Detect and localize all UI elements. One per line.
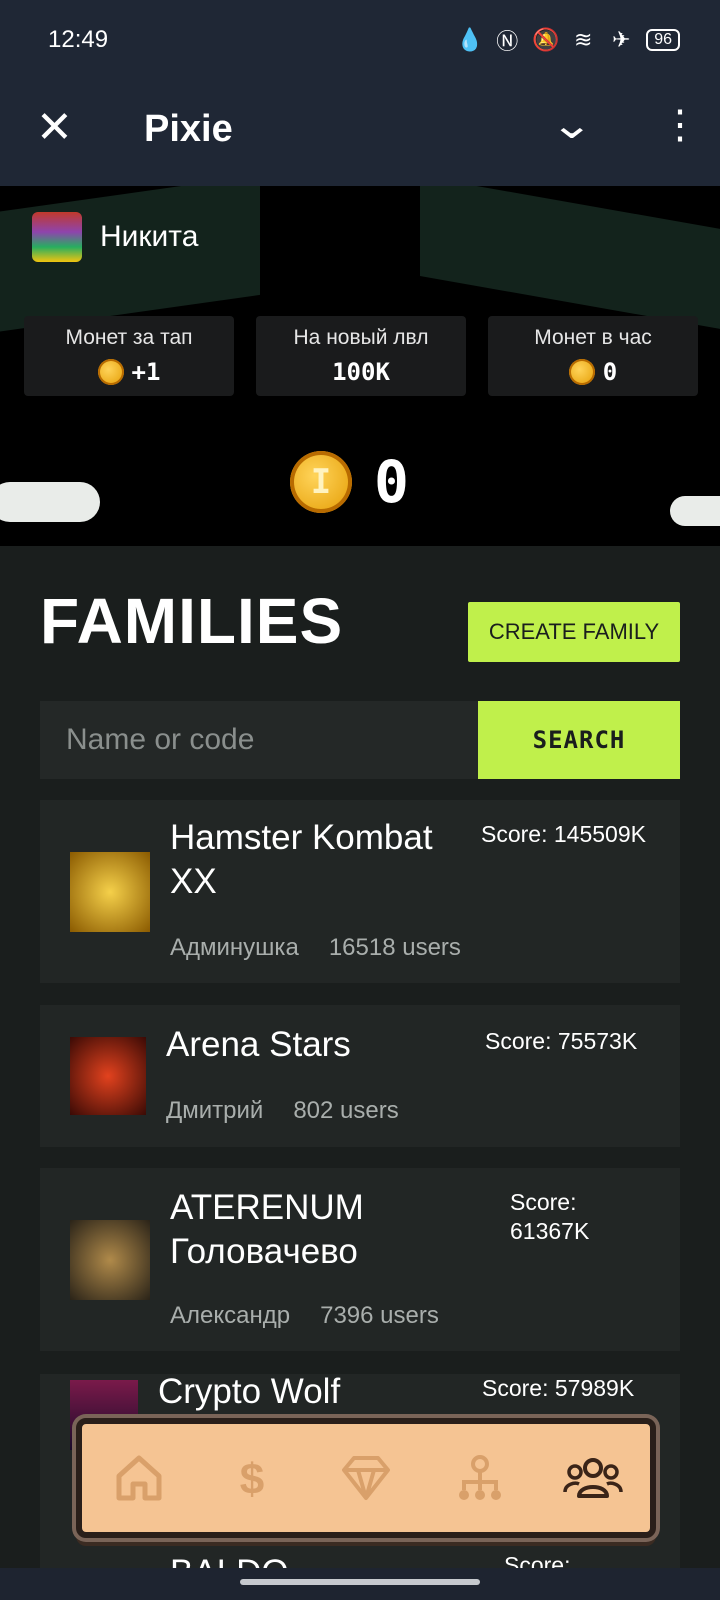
nav-home[interactable] <box>105 1444 173 1512</box>
family-name: Arena Stars <box>166 1025 351 1064</box>
wifi-icon: ≋ <box>573 27 593 52</box>
family-logo <box>70 1037 146 1115</box>
stat-value: +1 <box>131 358 161 386</box>
gesture-handle[interactable] <box>240 1579 480 1585</box>
balance-amount: 0 <box>374 448 409 516</box>
family-search: SEARCH <box>40 701 680 779</box>
family-owner: Александр <box>170 1302 291 1329</box>
avatar <box>32 212 82 262</box>
close-icon[interactable]: ✕ <box>36 106 73 150</box>
referral-tree-icon <box>458 1455 501 1500</box>
status-time: 12:49 <box>48 26 109 53</box>
user-info: Никита <box>32 212 198 262</box>
search-button[interactable]: SEARCH <box>478 701 680 779</box>
family-score: Score: 57989K <box>482 1375 635 1401</box>
coin-balance: I 0 <box>290 448 409 516</box>
status-bar: 12:49 💧 Ⓝ 🔕 ≋ ✈ 96 <box>0 0 720 80</box>
stat-label: Монет за тап <box>65 326 193 349</box>
nav-families[interactable] <box>559 1444 627 1512</box>
family-card[interactable]: Hamster Kombat XX Score: 145509K Админуш… <box>40 800 680 983</box>
family-meta: Админушка 16518 users <box>170 934 461 962</box>
stat-label: Монет в час <box>534 326 652 349</box>
mute-icon: 🔕 <box>532 27 560 52</box>
home-icon <box>116 1455 162 1501</box>
families-title: FAMILIES <box>40 585 344 657</box>
airplane-icon: ✈ <box>611 27 631 52</box>
stats-row: Монет за тап +1 На новый лвл 100K Монет … <box>24 316 698 396</box>
family-score: Score: 145509K <box>481 821 646 847</box>
family-owner: Дмитрий <box>166 1097 264 1124</box>
app-title: Pixie <box>144 108 233 150</box>
nav-earn[interactable]: $ <box>218 1444 286 1512</box>
family-users: 802 users <box>293 1097 399 1124</box>
stat-value: 0 <box>602 358 618 386</box>
family-score: Score: 61367K <box>510 1189 590 1244</box>
family-name: Crypto Wolf <box>158 1372 341 1411</box>
family-users: 16518 users <box>328 934 461 961</box>
stat-label: На новый лвл <box>293 326 429 349</box>
chevron-down-icon[interactable]: ⌄ <box>550 102 594 148</box>
family-logo <box>70 852 150 932</box>
app-bar: ✕ Pixie ⌄ ⋮ <box>0 80 720 186</box>
stat-next-level: На новый лвл 100K <box>256 316 466 396</box>
game-header: Никита Монет за тап +1 На новый лвл 100K… <box>0 186 720 546</box>
battery-icon: 96 <box>646 29 680 51</box>
diamond-icon <box>341 1456 390 1500</box>
family-card[interactable]: ATERENUM Головачево Score: 61367K Алекса… <box>40 1168 680 1351</box>
family-users: 7396 users <box>320 1302 439 1329</box>
family-name: Hamster Kombat XX <box>170 818 433 901</box>
family-meta: Дмитрий 802 users <box>166 1097 399 1125</box>
family-score: Score: 75573K <box>485 1028 638 1054</box>
drop-icon: 💧 <box>456 27 484 52</box>
nav-referrals[interactable] <box>446 1444 514 1512</box>
stat-value: 100K <box>332 358 390 386</box>
group-icon <box>563 1458 623 1498</box>
svg-text:$: $ <box>240 1455 264 1504</box>
bottom-nav: $ <box>76 1418 656 1538</box>
stat-value-row: 0 <box>488 358 698 386</box>
family-logo <box>70 1220 150 1300</box>
more-vert-icon[interactable]: ⋮ <box>660 102 700 148</box>
search-input[interactable] <box>40 701 478 779</box>
stat-coins-per-tap: Монет за тап +1 <box>24 316 234 396</box>
nav-boost[interactable] <box>332 1444 400 1512</box>
user-name: Никита <box>100 220 199 253</box>
mountain-decor <box>420 186 720 336</box>
stat-value-row: 100K <box>256 358 466 386</box>
coin-icon: I <box>290 451 352 513</box>
family-name: ATERENUM Головачево <box>170 1188 364 1271</box>
family-card[interactable]: Arena Stars Score: 75573K Дмитрий 802 us… <box>40 1005 680 1147</box>
family-meta: Александр 7396 users <box>170 1302 439 1330</box>
dollar-icon: $ <box>240 1455 264 1504</box>
cloud-decor <box>670 496 720 526</box>
status-icons: 💧 Ⓝ 🔕 ≋ ✈ 96 <box>456 24 680 56</box>
cloud-decor <box>0 482 100 522</box>
stat-value-row: +1 <box>24 358 234 386</box>
family-owner: Админушка <box>170 934 299 961</box>
create-family-button[interactable]: CREATE FAMILY <box>468 602 680 662</box>
nfc-icon: Ⓝ <box>496 29 519 54</box>
stat-coins-per-hour: Монет в час 0 <box>488 316 698 396</box>
coin-icon <box>97 359 124 385</box>
coin-icon <box>568 359 595 385</box>
